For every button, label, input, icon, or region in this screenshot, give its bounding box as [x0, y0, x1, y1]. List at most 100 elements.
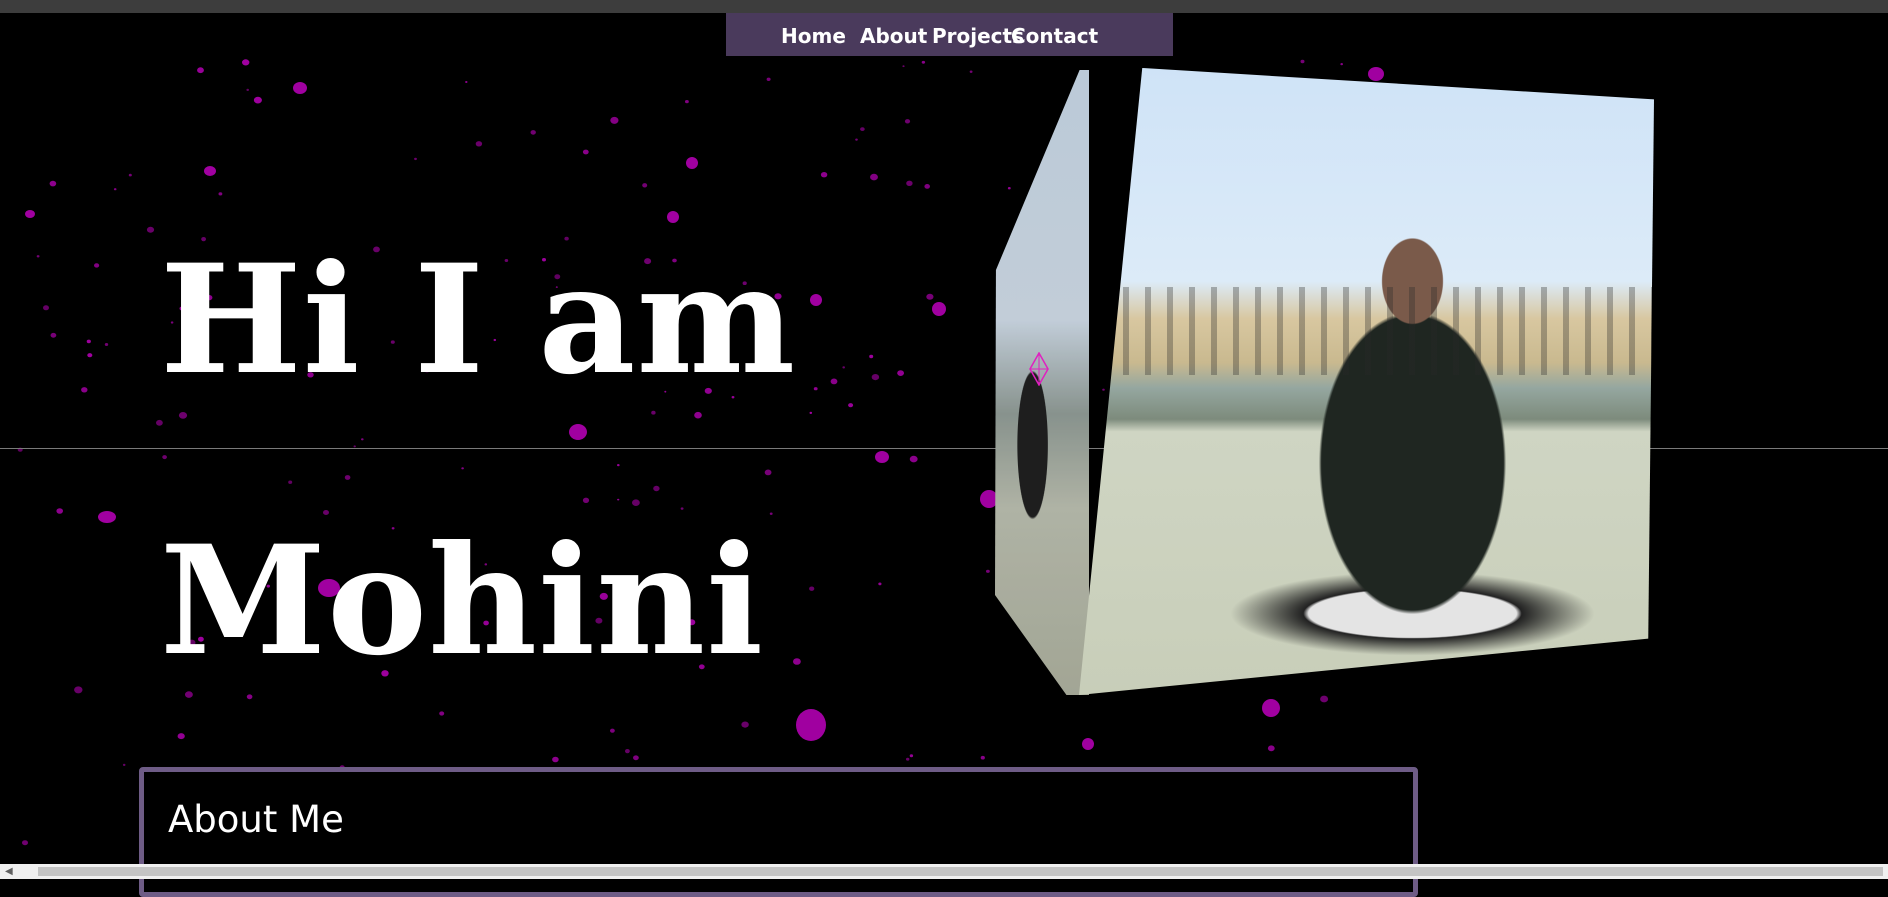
particle-dot [1300, 59, 1305, 64]
particle-dot [56, 508, 63, 514]
particle-dot [830, 378, 838, 385]
scrollbar-thumb[interactable] [38, 867, 1883, 876]
particle-dot [869, 354, 874, 359]
particle-dot [902, 65, 905, 68]
particle-dot [94, 263, 100, 268]
particle-dot [288, 480, 293, 484]
particle-dot [810, 294, 822, 306]
particle-dot [156, 419, 163, 426]
particle-dot [617, 498, 620, 501]
particle-dot [820, 172, 828, 178]
particle-dot [87, 353, 93, 358]
particle-dot [764, 469, 772, 476]
horizontal-scrollbar[interactable]: ◀ [0, 864, 1888, 879]
particle-dot [694, 411, 702, 419]
particle-dot [667, 211, 679, 223]
particle-dot [860, 127, 865, 131]
particle-dot [653, 485, 660, 492]
particle-dot [813, 387, 818, 391]
particle-dot [98, 511, 116, 523]
particle-dot [855, 138, 858, 141]
particle-dot [848, 403, 854, 408]
particle-dot [22, 840, 28, 846]
particle-dot [633, 755, 639, 761]
particle-dot [809, 411, 813, 414]
particle-dot [897, 370, 904, 376]
browser-top-strip [0, 0, 1888, 13]
particle-dot [924, 184, 930, 189]
particle-dot [162, 455, 167, 460]
particle-dot [796, 709, 826, 741]
particle-dot [552, 756, 559, 763]
particle-dot [246, 694, 253, 700]
particle-dot [204, 166, 216, 176]
particle-dot [921, 60, 926, 64]
particle-dot [1082, 738, 1094, 750]
particle-dot [582, 497, 590, 503]
particle-dot [1007, 187, 1011, 190]
scroll-left-arrow-icon[interactable]: ◀ [5, 866, 13, 877]
particle-dot [1102, 388, 1105, 391]
particle-dot [980, 755, 985, 760]
nav-contact-link[interactable]: Contact [1011, 24, 1098, 48]
particle-dot [81, 387, 88, 393]
particle-dot [185, 691, 193, 698]
particle-dot [685, 100, 689, 104]
particle-dot [242, 59, 250, 66]
particle-dot [49, 180, 57, 187]
particle-dot [1320, 695, 1329, 703]
particle-dot [25, 210, 35, 218]
photo-cube-front-face[interactable] [1079, 68, 1654, 695]
particle-dot [218, 192, 223, 196]
particle-dot [113, 188, 117, 191]
particle-dot [909, 455, 918, 463]
particle-dot [610, 116, 619, 124]
particle-dot [1368, 67, 1384, 81]
particle-dot [146, 226, 155, 233]
particle-dot [878, 582, 882, 586]
particle-dot [293, 82, 307, 94]
hero-heading-line2: Mohini [160, 513, 765, 689]
particle-dot [177, 733, 185, 740]
particle-dot [680, 507, 684, 510]
particle-dot [870, 173, 878, 181]
particle-dot [344, 475, 351, 480]
particle-dot [809, 586, 815, 591]
particle-dot [465, 81, 468, 83]
particle-dot [414, 157, 417, 161]
particle-dot [651, 410, 656, 415]
particle-dot [625, 749, 630, 754]
particle-dot [1340, 63, 1343, 66]
particle-dot [969, 70, 973, 73]
nav-about-link[interactable]: About [860, 24, 927, 48]
particle-dot [932, 302, 946, 316]
particle-dot [642, 183, 648, 188]
particle-dot [128, 173, 132, 177]
particle-dot [43, 305, 49, 311]
particle-dot [909, 754, 914, 758]
particle-dot [461, 467, 464, 470]
particle-dot [871, 374, 880, 381]
particle-dot [769, 512, 773, 515]
particle-dot [686, 157, 698, 169]
particle-dot [178, 412, 188, 419]
particle-dot [530, 130, 536, 135]
particle-dot [610, 728, 615, 733]
nav-home-link[interactable]: Home [781, 24, 846, 48]
particle-dot [842, 366, 845, 369]
particle-dot [582, 149, 589, 155]
move-cursor-icon [1029, 352, 1049, 386]
particle-dot [875, 451, 889, 463]
particle-dot [986, 569, 990, 573]
particle-dot [246, 88, 249, 91]
particle-dot [617, 464, 620, 467]
particle-dot [904, 119, 911, 124]
particle-dot [36, 255, 40, 258]
particle-dot [361, 438, 364, 441]
particle-dot [439, 711, 445, 716]
main-nav: Home About Projects Contact [726, 13, 1173, 56]
particle-dot [569, 424, 587, 440]
hero-heading-line1: Hi I am [160, 232, 797, 408]
particle-dot [122, 763, 126, 767]
particle-dot [74, 686, 83, 694]
